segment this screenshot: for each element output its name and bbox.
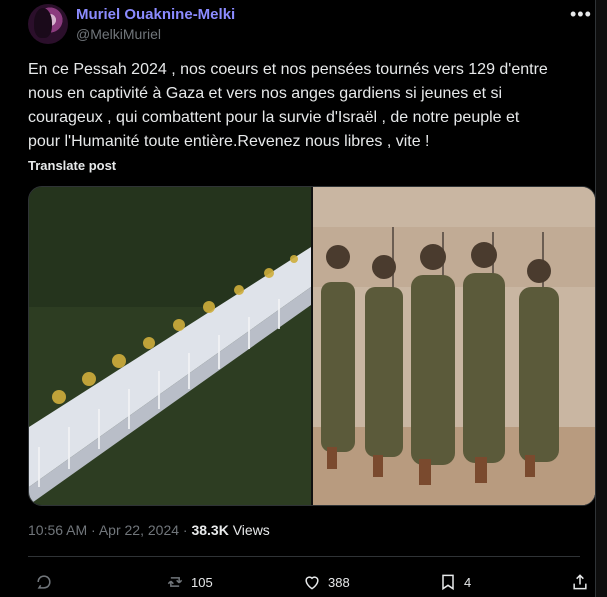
author-display-name[interactable]: Muriel Ouaknine-Melki xyxy=(76,6,235,23)
translate-post-link[interactable]: Translate post xyxy=(28,158,116,173)
meta-separator: · xyxy=(91,522,96,538)
meta-separator-2: · xyxy=(182,522,188,538)
reply-button[interactable] xyxy=(34,572,60,592)
reply-icon xyxy=(37,575,51,589)
bookmark-count: 4 xyxy=(464,574,472,590)
post-time[interactable]: 10:56 AM xyxy=(28,522,87,538)
views-count: 38.3K xyxy=(191,522,229,538)
media-gallery[interactable] xyxy=(28,186,596,506)
bookmark-icon xyxy=(442,574,454,591)
repost-button[interactable]: 105 xyxy=(165,572,213,592)
like-button[interactable]: 388 xyxy=(302,572,350,592)
repost-icon xyxy=(167,577,183,587)
more-icon[interactable]: ••• xyxy=(570,4,592,25)
share-button[interactable] xyxy=(570,572,590,592)
repost-count: 105 xyxy=(191,574,213,590)
share-icon xyxy=(573,574,587,590)
scrollbar-track[interactable] xyxy=(595,0,607,597)
like-count: 388 xyxy=(328,574,350,590)
views-label: Views xyxy=(232,522,270,538)
bookmark-button[interactable]: 4 xyxy=(438,572,471,592)
avatar[interactable] xyxy=(28,4,68,44)
author-handle[interactable]: @MelkiMuriel xyxy=(76,26,161,42)
photo-table-in-field[interactable] xyxy=(29,187,311,505)
like-icon xyxy=(305,576,319,590)
post-meta: 10:56 AM · Apr 22, 2024 · 38.3K Views xyxy=(28,522,270,538)
post-text: En ce Pessah 2024 , nos coeurs et nos pe… xyxy=(28,61,548,150)
divider xyxy=(28,556,580,557)
photo-soldiers[interactable] xyxy=(313,187,595,505)
post-card[interactable]: Muriel Ouaknine-Melki @MelkiMuriel ••• E… xyxy=(0,0,596,597)
post-date[interactable]: Apr 22, 2024 xyxy=(99,522,179,538)
